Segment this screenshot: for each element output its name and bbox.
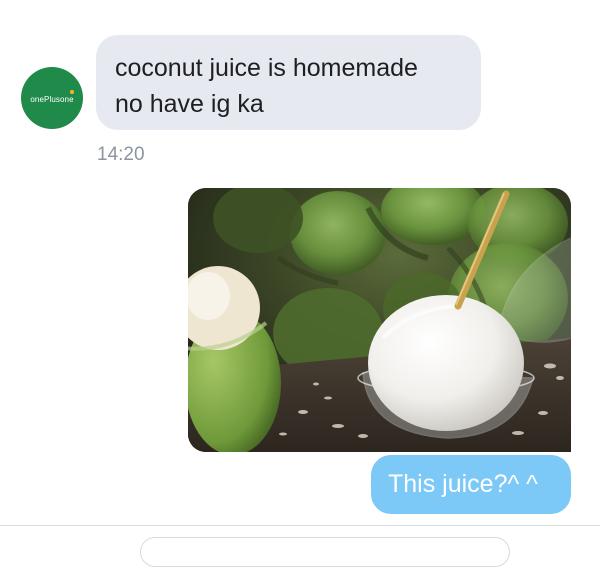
composer-divider [0, 525, 600, 526]
incoming-message-line: coconut juice is homemade [115, 54, 418, 82]
coconut-photo-icon [188, 188, 571, 452]
sent-photo[interactable] [188, 188, 571, 452]
incoming-message-bubble: coconut juice is homemade no have ig ka [96, 35, 481, 130]
avatar-logo-text: onePlusone [30, 94, 74, 104]
message-input[interactable] [140, 537, 510, 567]
incoming-message-line: no have ig ka [115, 90, 264, 118]
outgoing-message-bubble: This juice?^ ^ [371, 455, 571, 514]
message-timestamp: 14:20 [97, 144, 145, 165]
logo-dot-icon [70, 90, 74, 94]
contact-avatar[interactable]: onePlusone [21, 67, 83, 129]
